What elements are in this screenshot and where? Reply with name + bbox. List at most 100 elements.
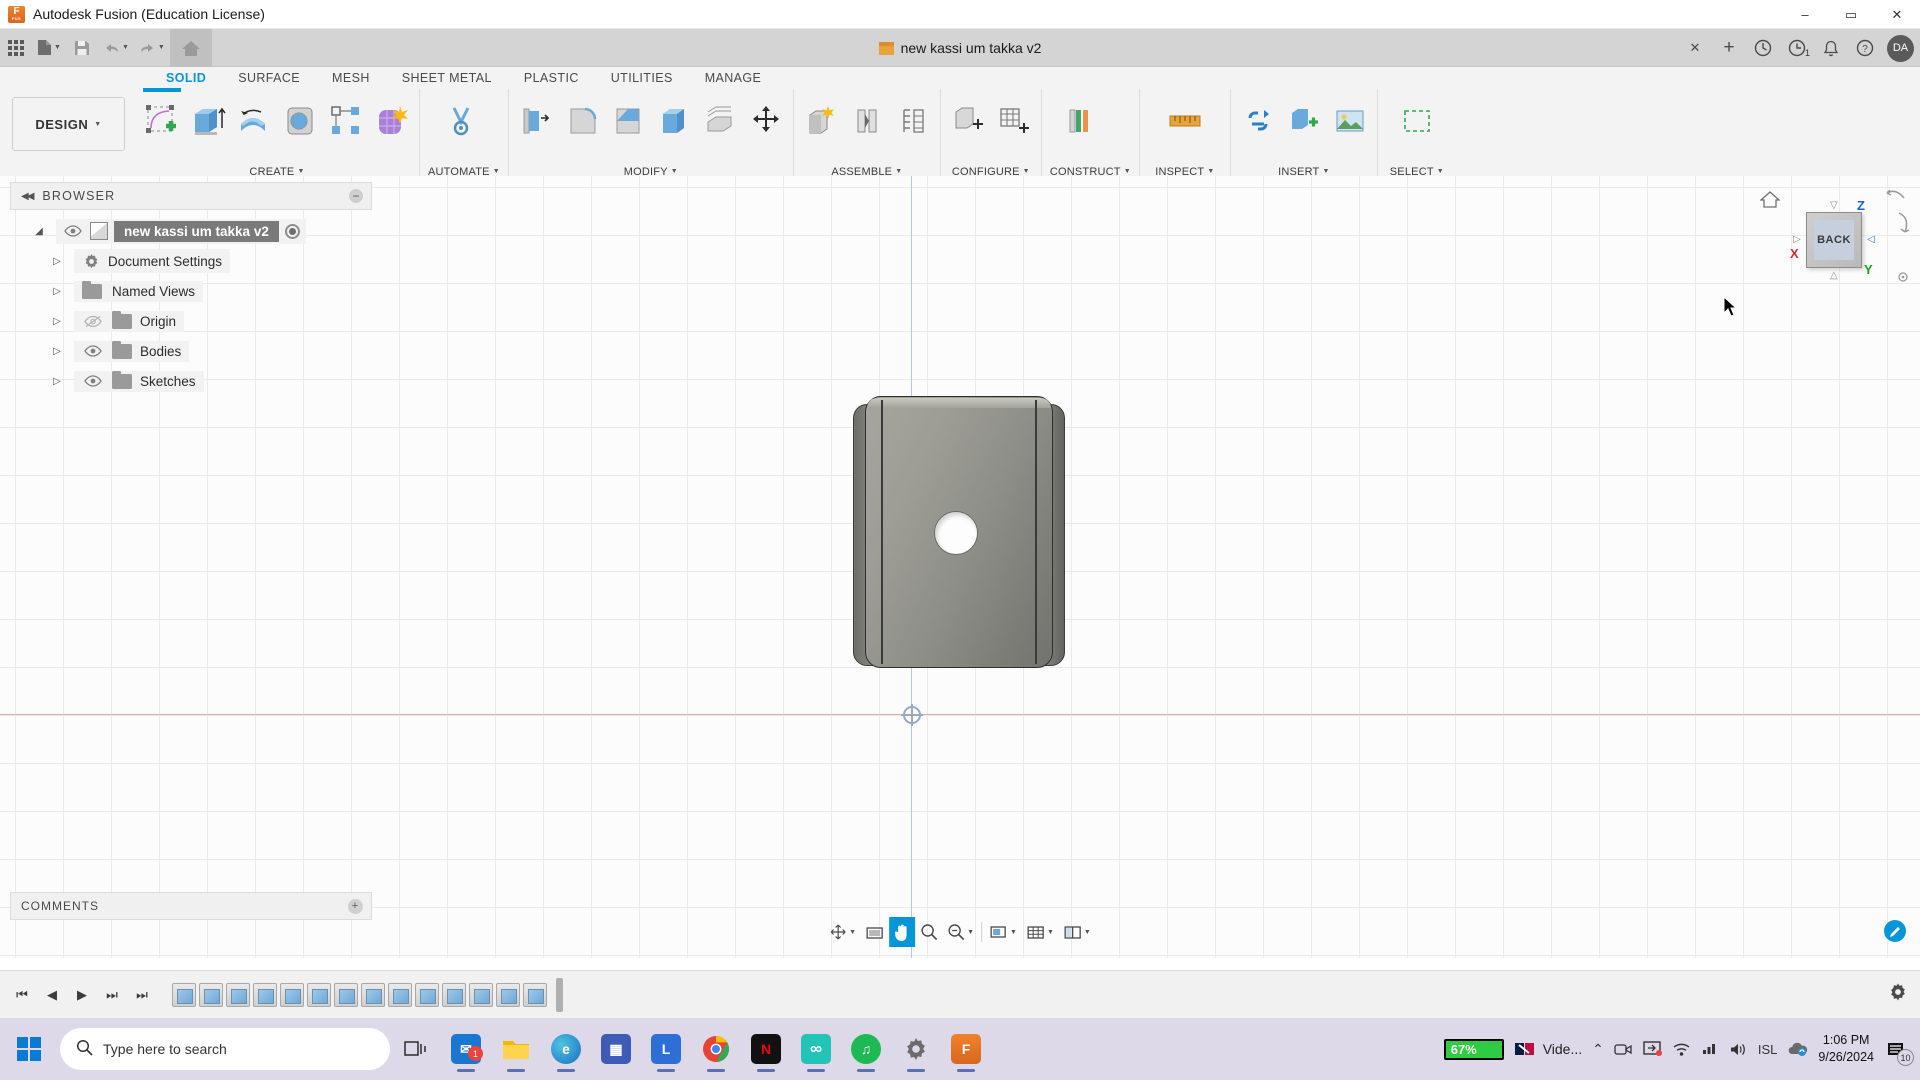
infinity-icon[interactable]: ∞ <box>792 1023 840 1075</box>
timeline-feature-item[interactable] <box>307 982 331 1007</box>
tree-expander-origin[interactable]: ▷ <box>46 316 68 327</box>
help-icon[interactable]: ? <box>1849 32 1881 64</box>
tree-expander-named-views[interactable]: ▷ <box>46 286 68 297</box>
sweep-icon[interactable] <box>277 93 323 149</box>
timeline-track[interactable] <box>172 975 1912 1015</box>
screen-share-icon[interactable] <box>1643 1041 1662 1057</box>
tab-utilities[interactable]: UTILITIES <box>595 67 689 89</box>
visibility-eye-icon[interactable] <box>62 225 84 237</box>
spotify-icon[interactable]: ♫ <box>842 1023 890 1075</box>
timeline-feature-item[interactable] <box>415 982 439 1007</box>
tab-plastic[interactable]: PLASTIC <box>508 67 595 89</box>
joint-origin-icon[interactable] <box>890 93 936 149</box>
clock[interactable]: 1:06 PM 9/26/2024 <box>1818 1032 1874 1066</box>
tree-expander-sketches[interactable]: ▷ <box>46 376 68 387</box>
canvas-icon[interactable] <box>1327 93 1373 149</box>
timeline-feature-item[interactable] <box>280 982 304 1007</box>
windows-start-icon[interactable] <box>8 1028 50 1070</box>
timeline-go-to-end-button[interactable]: ⏭ <box>128 980 156 1010</box>
zoom-window-icon[interactable]: ▼ <box>943 917 978 947</box>
revolve-icon[interactable] <box>231 93 277 149</box>
origin-point[interactable] <box>901 704 923 726</box>
offset-face-icon[interactable] <box>697 93 743 149</box>
onedrive-icon[interactable] <box>1787 1042 1808 1057</box>
fillet-icon[interactable] <box>559 93 605 149</box>
solid-body-model[interactable] <box>853 396 1065 676</box>
viewports-icon[interactable]: ▼ <box>1059 917 1095 947</box>
chrome-icon[interactable] <box>692 1023 740 1075</box>
maximize-button[interactable]: ▭ <box>1828 0 1874 29</box>
language-indicator[interactable]: ISL <box>1758 1042 1778 1057</box>
markup-pencil-icon[interactable] <box>1884 920 1906 942</box>
insert-derive-icon[interactable] <box>1235 93 1281 149</box>
activate-component-radio[interactable] <box>284 223 300 239</box>
tree-expander-bodies[interactable]: ▷ <box>46 346 68 357</box>
chamfer-icon[interactable] <box>605 93 651 149</box>
visibility-eye-icon[interactable] <box>82 375 104 387</box>
close-button[interactable]: ✕ <box>1874 0 1920 29</box>
timeline-feature-item[interactable] <box>226 982 250 1007</box>
timeline-step-back-button[interactable]: ◀ <box>38 980 66 1010</box>
timeline-end-marker[interactable] <box>556 977 563 1012</box>
timeline-feature-item[interactable] <box>496 982 520 1007</box>
timeline-feature-item[interactable] <box>469 982 493 1007</box>
look-at-icon[interactable] <box>861 917 888 947</box>
timeline-feature-item[interactable] <box>442 982 466 1007</box>
minimize-button[interactable]: – <box>1782 0 1828 29</box>
create-sketch-icon[interactable] <box>139 88 185 149</box>
task-view-icon[interactable] <box>392 1023 440 1075</box>
model-center-hole[interactable] <box>934 511 978 555</box>
fusion-icon[interactable]: F <box>942 1023 990 1075</box>
netflix-icon[interactable]: N <box>742 1023 790 1075</box>
job-status-icon[interactable]: 1 <box>1781 32 1813 64</box>
orbit-icon[interactable]: ▼ <box>825 917 860 947</box>
offset-plane-icon[interactable] <box>1056 93 1102 149</box>
home-icon[interactable] <box>169 28 212 67</box>
timeline-settings-gear-icon[interactable] <box>1888 982 1908 1007</box>
workspace-switcher-button[interactable]: DESIGN ▼ <box>12 97 125 151</box>
automate-icon[interactable] <box>438 93 484 149</box>
tree-expander-document-settings[interactable]: ▷ <box>46 256 68 267</box>
file-explorer-icon[interactable] <box>492 1023 540 1075</box>
zoom-icon[interactable] <box>916 917 942 947</box>
orbit-arrow-icon[interactable] <box>1896 210 1912 240</box>
visibility-eye-icon[interactable] <box>82 345 104 357</box>
settings-icon[interactable] <box>892 1023 940 1075</box>
grid-snap-icon[interactable]: ▼ <box>1022 917 1058 947</box>
media-app-icon[interactable]: Vide... <box>1514 1041 1582 1057</box>
tab-sheet-metal[interactable]: SHEET METAL <box>386 67 508 89</box>
search-input[interactable]: Type here to search <box>60 1028 390 1070</box>
visibility-eye-off-icon[interactable] <box>82 315 104 328</box>
configure-design-icon[interactable] <box>945 93 991 149</box>
timeline-feature-item[interactable] <box>253 982 277 1007</box>
notification-center-icon[interactable]: 10 <box>1884 1036 1914 1066</box>
extrude-icon[interactable] <box>185 93 231 149</box>
timeline-feature-item[interactable] <box>523 982 547 1007</box>
battery-indicator[interactable]: 67% <box>1443 1038 1504 1060</box>
browser-minimize-button[interactable]: − <box>349 189 363 203</box>
comments-panel[interactable]: COMMENTS + <box>10 892 372 920</box>
timeline-feature-item[interactable] <box>199 982 223 1007</box>
viewcube-arrow-up[interactable]: ▽ <box>1830 200 1838 211</box>
viewcube[interactable]: BACK ▽ △ ▷ ◁ Z X Y <box>1759 184 1910 294</box>
viewcube-face[interactable]: BACK <box>1806 212 1862 268</box>
avatar[interactable]: DA <box>1887 34 1914 62</box>
insert-mcmaster-icon[interactable] <box>1281 93 1327 149</box>
app-grid-icon[interactable] <box>0 29 32 67</box>
close-document-button[interactable]: ✕ <box>1679 32 1711 64</box>
home-view-icon[interactable] <box>1759 190 1781 213</box>
add-tab-button[interactable]: + <box>1713 32 1745 64</box>
save-icon[interactable] <box>66 29 98 67</box>
timeline-feature-item[interactable] <box>388 982 412 1007</box>
timeline-feature-item[interactable] <box>334 982 358 1007</box>
timeline-play-button[interactable]: ▶ <box>68 980 96 1010</box>
camera-icon[interactable] <box>1614 1042 1633 1057</box>
tree-expander-root[interactable]: ◢ <box>28 226 50 237</box>
bell-icon[interactable] <box>1815 32 1847 64</box>
store-icon[interactable]: ▦ <box>592 1023 640 1075</box>
joint-icon[interactable] <box>844 93 890 149</box>
select-icon[interactable] <box>1394 93 1440 149</box>
tab-solid[interactable]: SOLID <box>150 67 222 89</box>
roll-arrow-icon[interactable] <box>1884 188 1906 206</box>
tab-surface[interactable]: SURFACE <box>222 67 316 89</box>
